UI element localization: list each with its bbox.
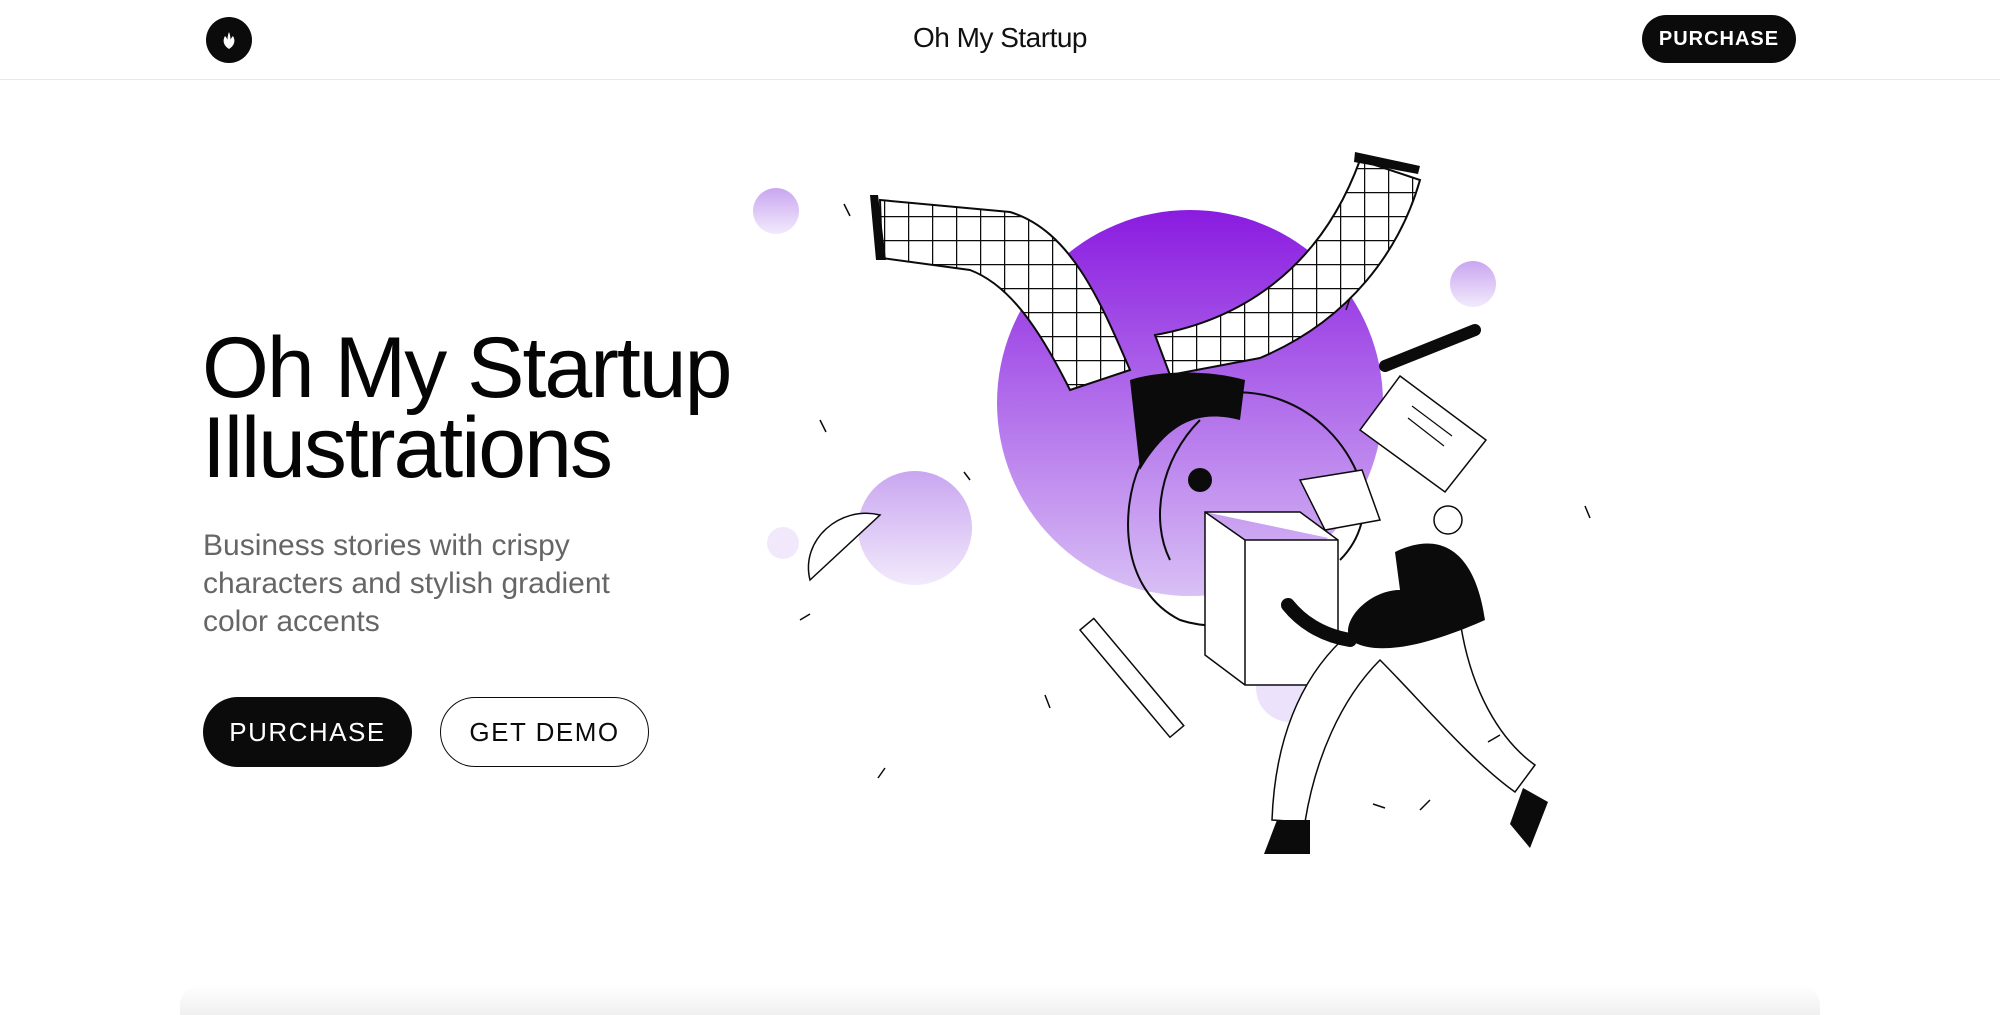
header-purchase-button[interactable]: PURCHASE <box>1642 15 1796 63</box>
head <box>1433 505 1463 535</box>
get-demo-button[interactable]: GET DEMO <box>440 697 649 767</box>
hero-illustration <box>753 152 1591 854</box>
bottom-section-edge <box>180 985 1820 1015</box>
hero-title: Oh My Startup Illustrations <box>202 320 732 496</box>
head <box>1188 468 1212 492</box>
hero-subtitle-line: Business stories with crispy <box>203 529 570 562</box>
hero-subtitle: Business stories with crispy characters … <box>203 527 723 641</box>
pen-icon <box>1379 324 1481 372</box>
shirt <box>1348 543 1485 649</box>
decor-dot <box>1450 261 1496 307</box>
hero-title-line: Illustrations <box>202 400 613 496</box>
hero-title-line: Oh My Startup <box>202 320 732 416</box>
decor-dot <box>858 471 972 585</box>
hero-purchase-button[interactable]: PURCHASE <box>203 697 412 767</box>
top-navbar: Oh My Startup PURCHASE <box>0 0 2000 80</box>
decor-dot <box>753 188 799 234</box>
decor-dot <box>767 527 799 559</box>
shoe <box>1264 820 1310 854</box>
hero-subtitle-line: color accents <box>203 605 380 638</box>
bar-shape <box>1078 617 1185 739</box>
hero-subtitle-line: characters and stylish gradient <box>203 567 610 600</box>
shoe <box>1510 788 1548 848</box>
